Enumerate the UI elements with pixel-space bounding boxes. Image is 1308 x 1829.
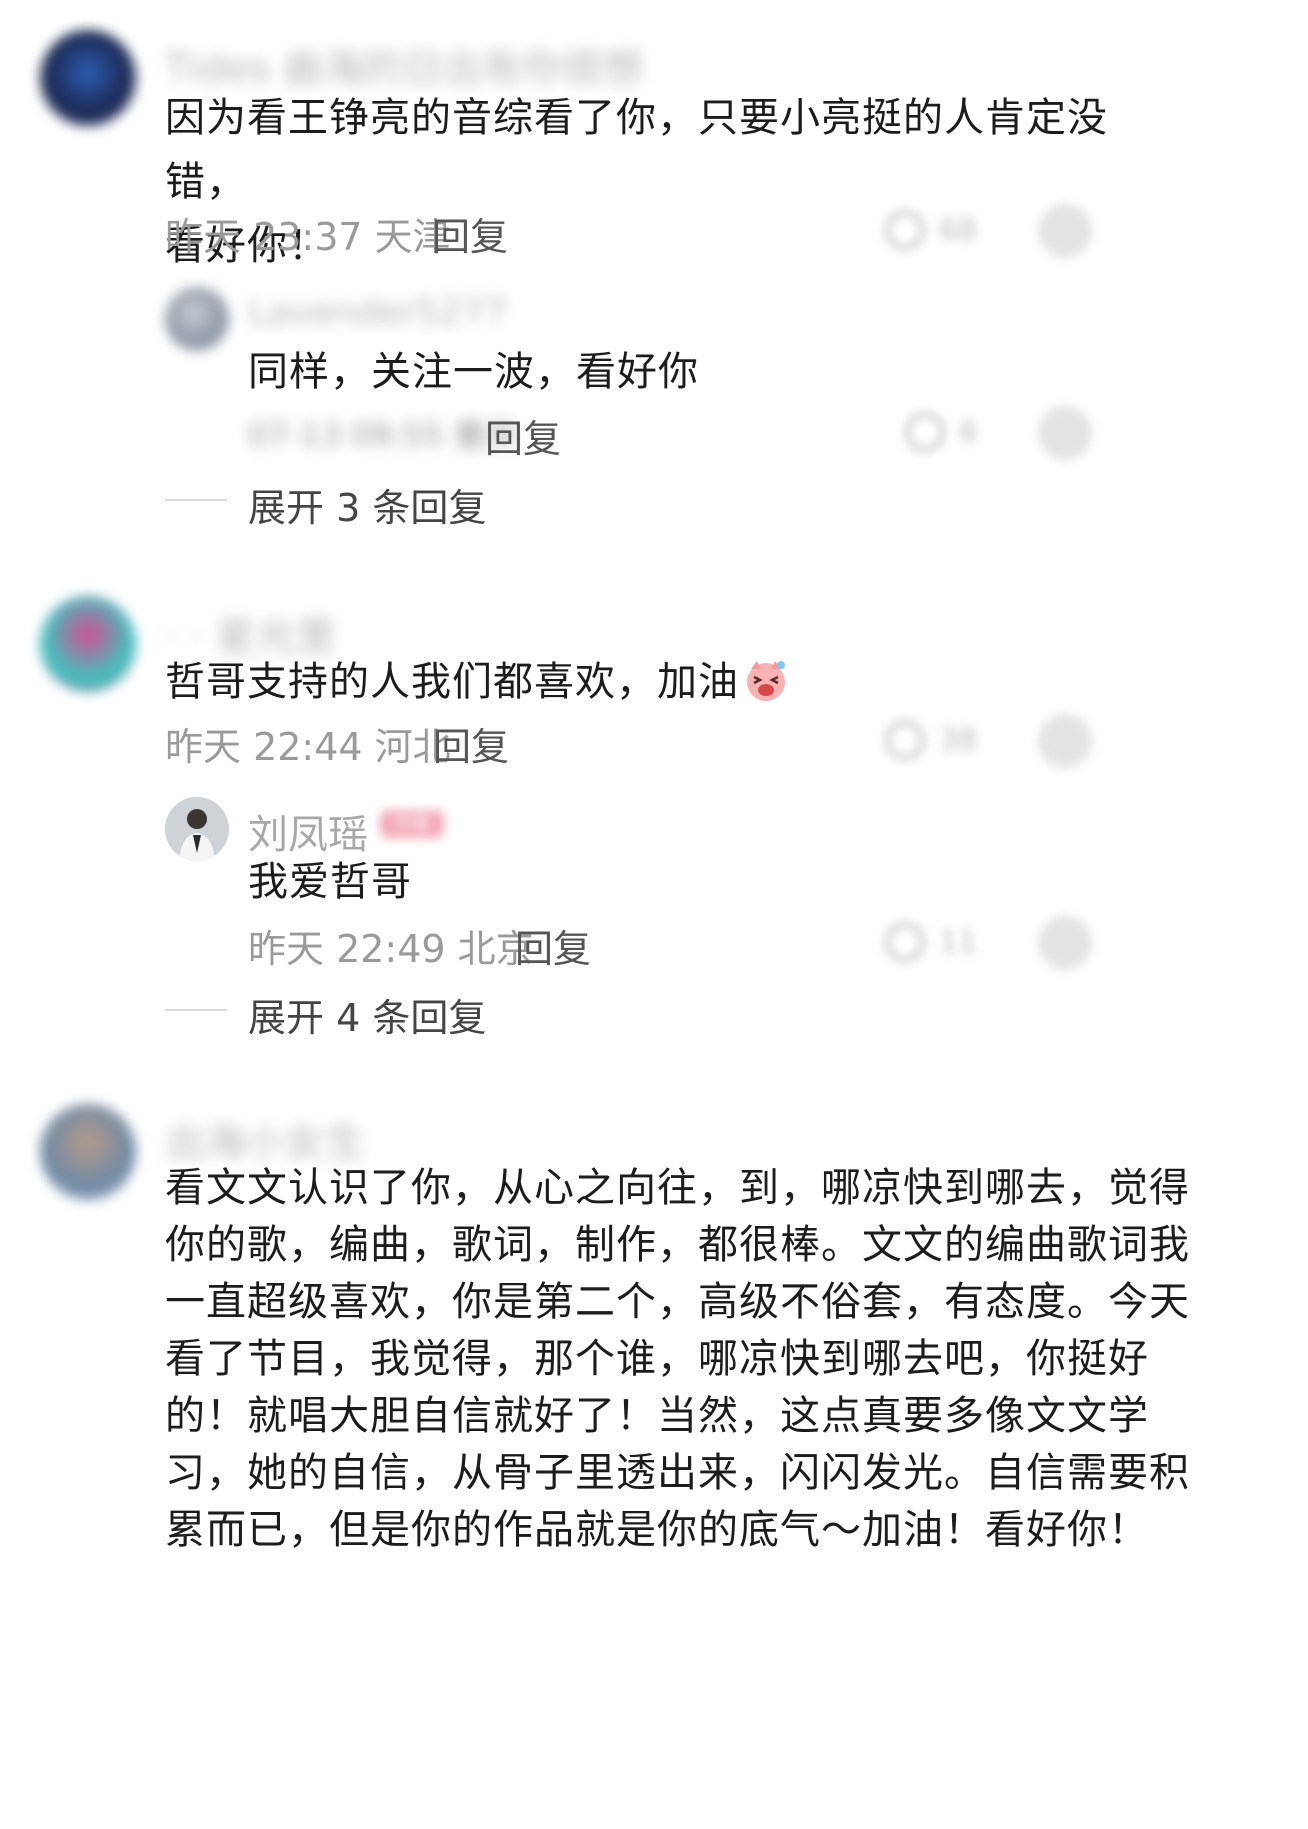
comment-text-line: 的！就唱大胆自信就好了！当然，这点真要多像文文学: [165, 1393, 1149, 1439]
expand-replies-button[interactable]: 展开 3 条回复: [248, 477, 486, 532]
comment-text: 看文文认识了你，从心之向往，到，哪凉快到哪去，觉得 你的歌，编曲，歌词，制作，都…: [165, 1160, 1265, 1559]
comment-timestamp: 昨天 23:37 天津: [165, 215, 451, 259]
expand-replies-button[interactable]: 展开 4 条回复: [248, 987, 486, 1042]
dislike-icon[interactable]: [1038, 714, 1092, 768]
comment-text-line: 你的歌，编曲，歌词，制作，都很棒。文文的编曲歌词我: [165, 1222, 1190, 1268]
like-button[interactable]: 38: [885, 720, 977, 760]
dislike-icon[interactable]: [1038, 204, 1092, 258]
avatar[interactable]: [40, 596, 136, 692]
reply-timestamp: 昨天 22:49 北京: [248, 927, 534, 971]
avatar-image: [165, 797, 229, 861]
comment-text-line: 看了节目，我觉得，那个谁，哪凉快到哪去吧，你挺好: [165, 1336, 1149, 1382]
reply-text: 同样，关注一波，看好你: [248, 349, 699, 395]
heart-icon: [885, 922, 925, 962]
divider: [165, 499, 227, 501]
heart-icon: [885, 720, 925, 760]
heart-icon: [885, 210, 925, 250]
like-button[interactable]: 68: [885, 210, 977, 250]
dislike-icon[interactable]: [1038, 406, 1092, 460]
dislike-icon[interactable]: [1038, 916, 1092, 970]
reply-timestamp: 07-13 09:55 重庆: [248, 416, 518, 454]
author-badge: 作者: [380, 810, 444, 838]
comment-text-content: 哲哥支持的人我们都喜欢，加油: [165, 659, 739, 705]
comment-text: 哲哥支持的人我们都喜欢，加油: [165, 650, 789, 714]
divider: [165, 1009, 227, 1011]
like-button[interactable]: 6: [905, 412, 978, 452]
avatar[interactable]: [40, 1104, 136, 1200]
comment-text-line: 看文文认识了你，从心之向往，到，哪凉快到哪去，觉得: [165, 1165, 1190, 1211]
author-badge-label: 作者: [394, 813, 430, 834]
avatar[interactable]: [165, 287, 229, 351]
comment-text-line: 一直超级喜欢，你是第二个，高级不俗套，有态度。今天: [165, 1279, 1190, 1325]
reply-button[interactable]: 回复: [432, 206, 508, 261]
avatar[interactable]: [40, 30, 136, 126]
like-count: 6: [959, 414, 979, 450]
reply-button[interactable]: 回复: [433, 716, 509, 771]
like-count: 11: [939, 924, 978, 960]
comment-text-line: 习，她的自信，从骨子里透出来，闪闪发光。自信需要积: [165, 1450, 1190, 1496]
avatar[interactable]: [165, 797, 229, 861]
laughing-pig-emoji: [747, 661, 785, 701]
username[interactable]: Lavender5277: [248, 292, 508, 333]
reply-text: 我爱哲哥: [248, 859, 412, 905]
comment-timestamp: 昨天 22:44 河北: [165, 725, 451, 769]
reply-button[interactable]: 回复: [515, 918, 591, 973]
like-count: 68: [939, 212, 978, 248]
comment-text-line: 因为看王铮亮的音综看了你，只要小亮挺的人肯定没错，: [165, 95, 1108, 205]
heart-icon: [905, 412, 945, 452]
reply-button[interactable]: 回复: [485, 408, 561, 463]
like-count: 38: [939, 722, 978, 758]
comment-text-line: 累而已，但是你的作品就是你的底气～加油！看好你！: [165, 1507, 1149, 1553]
like-button[interactable]: 11: [885, 922, 977, 962]
